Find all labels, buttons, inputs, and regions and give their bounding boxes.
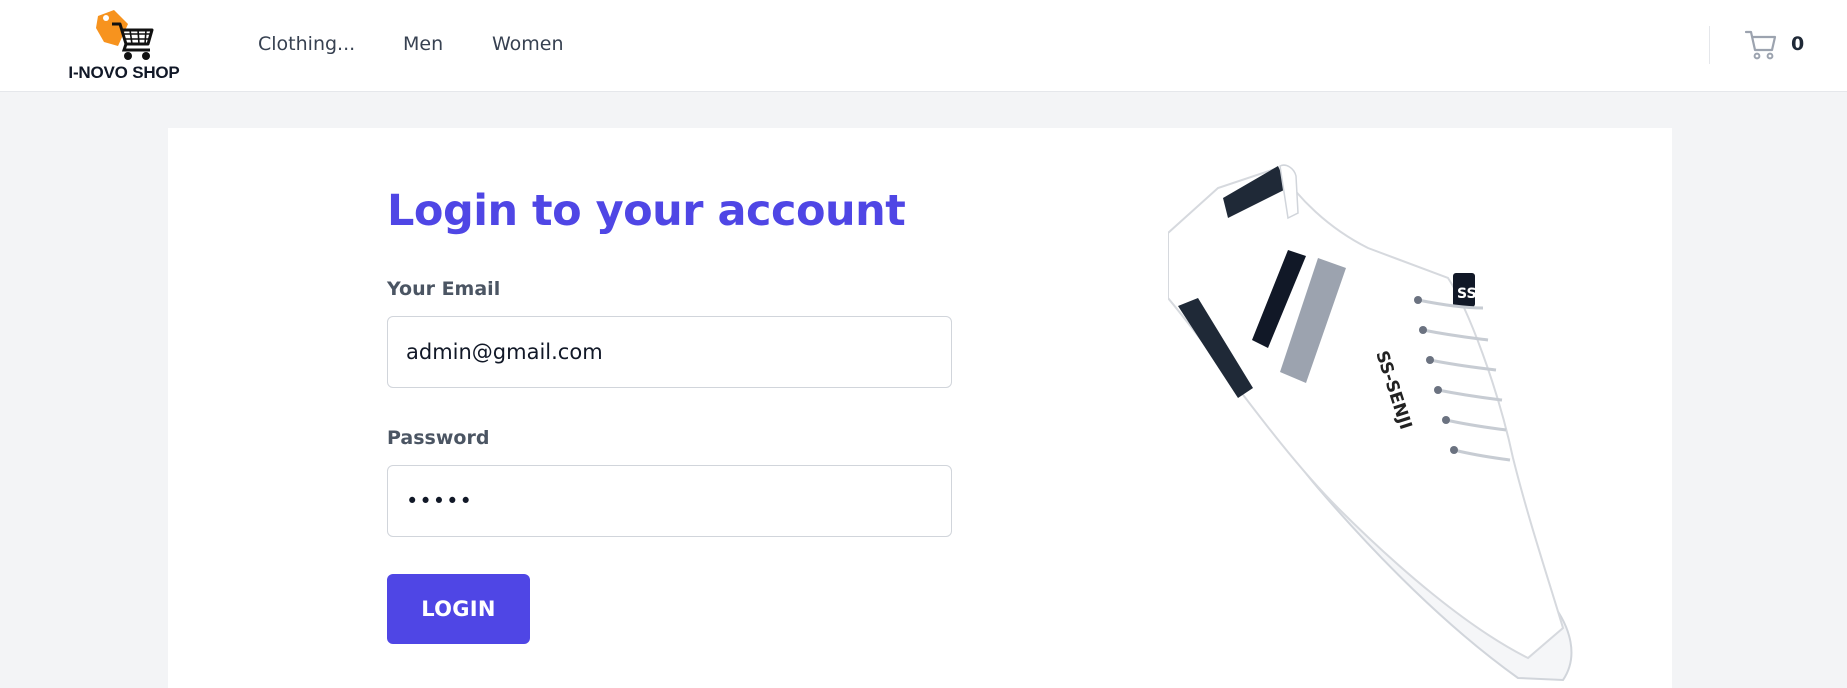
email-field[interactable] xyxy=(387,316,952,388)
password-label: Password xyxy=(387,427,490,449)
cart-count-badge[interactable]: 0 xyxy=(1791,33,1804,55)
cart-icon[interactable] xyxy=(1744,28,1778,62)
login-button[interactable]: LOGIN xyxy=(387,574,530,644)
nav-link-women[interactable]: Women xyxy=(492,33,564,55)
email-label: Your Email xyxy=(387,278,501,300)
page-title: Login to your account xyxy=(387,186,906,236)
site-logo[interactable]: I-NOVO SHOP xyxy=(60,6,188,86)
nav-link-men[interactable]: Men xyxy=(403,33,443,55)
password-field[interactable] xyxy=(387,465,952,537)
shoe-badge-text: SS xyxy=(1457,286,1477,302)
login-card: Login to your account Your Email Passwor… xyxy=(168,128,1672,688)
logo-text: I-NOVO SHOP xyxy=(68,63,180,82)
cart-divider xyxy=(1709,26,1710,64)
top-navbar: I-NOVO SHOP Clothing... Men Women 0 xyxy=(0,0,1847,92)
sneaker-product-image: SS SS-SENJI xyxy=(1168,164,1573,682)
shopping-cart-logo-icon xyxy=(96,10,154,60)
nav-link-clothing[interactable]: Clothing... xyxy=(258,33,355,55)
